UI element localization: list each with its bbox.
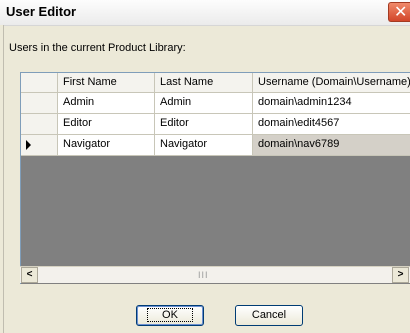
first-name-cell[interactable]: Navigator bbox=[58, 135, 155, 155]
horizontal-scrollbar[interactable]: < III > bbox=[20, 266, 410, 283]
grid-caption: Users in the current Product Library: bbox=[9, 42, 186, 54]
first-name-cell[interactable]: Editor bbox=[58, 114, 155, 134]
first-name-cell[interactable]: Admin bbox=[58, 93, 155, 113]
table-row[interactable]: Admin Admin domain\admin1234 bbox=[21, 93, 410, 114]
row-header[interactable] bbox=[21, 114, 58, 134]
row-header[interactable] bbox=[21, 93, 58, 113]
grid-header: First Name Last Name Username (Domain\Us… bbox=[21, 73, 410, 93]
username-cell-selected[interactable]: domain\nav6789 bbox=[253, 135, 410, 155]
scrollbar-thumb-grip-icon[interactable]: III bbox=[198, 270, 209, 280]
scroll-right-button[interactable]: > bbox=[392, 267, 409, 283]
cancel-button[interactable]: Cancel bbox=[235, 305, 303, 326]
column-label-first-name: First Name bbox=[63, 76, 117, 88]
row-header[interactable] bbox=[21, 135, 58, 155]
users-grid[interactable]: First Name Last Name Username (Domain\Us… bbox=[20, 72, 410, 284]
table-row[interactable]: Editor Editor domain\edit4567 bbox=[21, 114, 410, 135]
column-header-last-name[interactable]: Last Name bbox=[155, 73, 253, 92]
ok-button[interactable]: OK bbox=[136, 305, 204, 326]
ok-button-label: OK bbox=[147, 308, 193, 322]
row-header-column bbox=[21, 73, 58, 92]
last-name-cell[interactable]: Navigator bbox=[155, 135, 253, 155]
title-bar: User Editor ✕ bbox=[0, 0, 410, 26]
close-icon: ✕ bbox=[394, 4, 408, 21]
last-name-cell[interactable]: Editor bbox=[155, 114, 253, 134]
current-row-indicator-icon bbox=[26, 140, 31, 150]
window-frame-left bbox=[0, 25, 4, 333]
scroll-left-button[interactable]: < bbox=[21, 267, 38, 283]
username-cell[interactable]: domain\edit4567 bbox=[253, 114, 410, 134]
close-button[interactable]: ✕ bbox=[388, 2, 410, 22]
username-cell[interactable]: domain\admin1234 bbox=[253, 93, 410, 113]
window-title: User Editor bbox=[6, 4, 77, 19]
last-name-cell[interactable]: Admin bbox=[155, 93, 253, 113]
column-header-username[interactable]: Username (Domain\Username) bbox=[253, 73, 410, 92]
column-header-first-name[interactable]: First Name bbox=[58, 73, 155, 92]
table-row[interactable]: Navigator Navigator domain\nav6789 bbox=[21, 135, 410, 156]
